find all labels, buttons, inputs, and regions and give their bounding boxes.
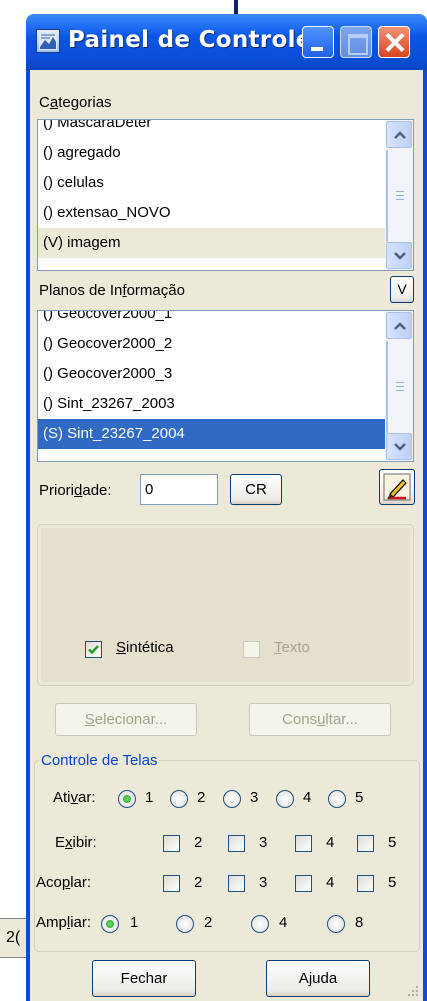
ampliar-radio-2[interactable]: [176, 915, 194, 933]
planos-scrollbar[interactable]: [385, 311, 413, 461]
sintetica-label[interactable]: Sintética: [116, 639, 174, 656]
texto-checkbox[interactable]: [243, 641, 260, 658]
controle-telas-title: Controle de Telas: [39, 752, 160, 769]
exibir-checkbox-4[interactable]: [295, 835, 312, 852]
categorias-scrollbar[interactable]: [385, 120, 413, 270]
acoplar-option-label: 4: [326, 874, 335, 891]
list-item[interactable]: () MascaraDeter: [38, 120, 387, 138]
title-bar[interactable]: Painel de Controle: [26, 14, 427, 70]
prioridade-input[interactable]: 0: [140, 474, 218, 505]
minimize-button[interactable]: [302, 26, 334, 58]
ampliar-option-label: 8: [355, 914, 364, 931]
background-window-edge: [234, 0, 238, 14]
prioridade-label: Prioridade:: [39, 482, 112, 499]
ampliar-radio-8[interactable]: [327, 915, 345, 933]
pencil-edit-icon: [383, 473, 411, 501]
categorias-label: Categorias: [39, 94, 112, 111]
ampliar-radio-4[interactable]: [251, 915, 269, 933]
cr-button[interactable]: CR: [230, 474, 282, 505]
list-item-selected[interactable]: (S) Sint_23267_2004: [38, 419, 387, 449]
background-peek-text: 2(: [6, 929, 21, 946]
resize-grip-icon[interactable]: [406, 984, 420, 998]
list-item[interactable]: () celulas: [38, 168, 387, 198]
exibir-option-label: 2: [194, 834, 203, 851]
scroll-up-button[interactable]: [386, 312, 412, 339]
ativar-label: Ativar:: [53, 789, 96, 806]
ativar-option-label: 1: [145, 789, 154, 806]
window-client-area: Categorias () MascaraDeter () agregado (…: [30, 70, 423, 1001]
ampliar-label: Ampliar:: [36, 914, 92, 931]
acoplar-label: Acoplar:: [36, 874, 92, 891]
acoplar-checkbox-4[interactable]: [295, 875, 312, 892]
scroll-up-button[interactable]: [386, 121, 412, 148]
texto-label: Texto: [274, 639, 310, 656]
ativar-option-label: 4: [303, 789, 312, 806]
app-map-icon: [36, 29, 60, 53]
sintetica-checkbox[interactable]: [85, 641, 102, 658]
list-item[interactable]: () Geocover2000_2: [38, 329, 387, 359]
list-item-imagem[interactable]: (V) imagem: [38, 228, 387, 258]
acoplar-option-label: 2: [194, 874, 203, 891]
ativar-radio-1[interactable]: [118, 790, 136, 808]
list-item[interactable]: () Geocover2000_3: [38, 359, 387, 389]
exibir-label: Exibir:: [55, 834, 97, 851]
ativar-radio-5[interactable]: [328, 790, 346, 808]
ativar-radio-3[interactable]: [223, 790, 241, 808]
fechar-button[interactable]: Fechar: [92, 960, 196, 997]
ativar-option-label: 5: [355, 789, 364, 806]
exibir-checkbox-3[interactable]: [228, 835, 245, 852]
list-item[interactable]: () agregado: [38, 138, 387, 168]
edit-button[interactable]: [379, 469, 415, 505]
exibir-option-label: 3: [259, 834, 268, 851]
ampliar-option-label: 1: [130, 914, 139, 931]
acoplar-checkbox-3[interactable]: [228, 875, 245, 892]
list-item[interactable]: () Sint_23267_2003: [38, 389, 387, 419]
ajuda-button[interactable]: Ajuda: [266, 960, 370, 997]
ampliar-radio-1[interactable]: [101, 915, 119, 933]
exibir-option-label: 5: [388, 834, 397, 851]
ampliar-option-label: 4: [279, 914, 288, 931]
scroll-thumb[interactable]: [386, 150, 404, 242]
ativar-radio-2[interactable]: [170, 790, 188, 808]
selecionar-button[interactable]: Selecionar...: [55, 703, 197, 736]
planos-label: Planos de Informação: [39, 282, 185, 299]
exibir-option-label: 4: [326, 834, 335, 851]
acoplar-option-label: 5: [388, 874, 397, 891]
acoplar-option-label: 3: [259, 874, 268, 891]
ativar-radio-4[interactable]: [276, 790, 294, 808]
maximize-button: [340, 26, 372, 58]
list-item[interactable]: () Geocover2000_1: [38, 311, 387, 329]
exibir-checkbox-2[interactable]: [163, 835, 180, 852]
scroll-down-button[interactable]: [386, 433, 412, 460]
ativar-option-label: 2: [197, 789, 206, 806]
exibir-checkbox-5[interactable]: [357, 835, 374, 852]
window-title: Painel de Controle: [68, 27, 312, 53]
visibility-v-button[interactable]: V: [390, 276, 414, 303]
ativar-option-label: 3: [250, 789, 259, 806]
planos-listbox[interactable]: () Geocover2000_1 () Geocover2000_2 () G…: [37, 310, 414, 462]
acoplar-checkbox-5[interactable]: [357, 875, 374, 892]
categorias-listbox[interactable]: () MascaraDeter () agregado () celulas (…: [37, 119, 414, 271]
close-button[interactable]: [378, 26, 410, 58]
list-item[interactable]: () extensao_NOVO: [38, 198, 387, 228]
acoplar-checkbox-2[interactable]: [163, 875, 180, 892]
control-panel-window: Painel de Controle Categorias () Mascara…: [26, 14, 427, 1001]
consultar-button[interactable]: Consultar...: [249, 703, 391, 736]
scroll-down-button[interactable]: [386, 242, 412, 269]
representacao-group-fill: [41, 528, 410, 682]
scroll-thumb[interactable]: [386, 341, 404, 433]
ampliar-option-label: 2: [204, 914, 213, 931]
